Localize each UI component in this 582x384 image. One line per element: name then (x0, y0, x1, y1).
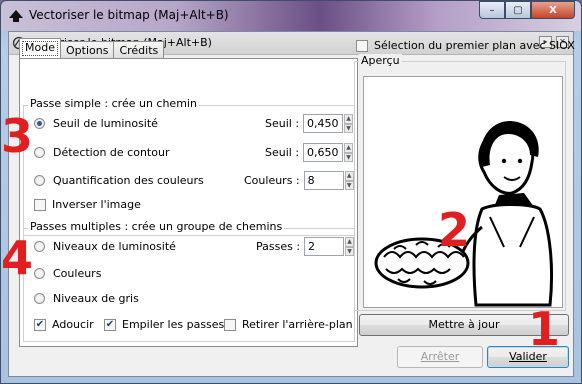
tab-mode[interactable]: Mode (19, 38, 61, 59)
colors-spinner[interactable]: Couleurs : 8 ▲ ▼ (244, 171, 354, 190)
window: Vectoriser le bitmap (Maj+Alt+B) – ▢ X V… (0, 0, 582, 384)
stack-check[interactable]: ✔ (104, 318, 116, 331)
window-title: Vectoriser le bitmap (Maj+Alt+B) (29, 8, 229, 22)
annotation-number: 2 (438, 203, 471, 257)
remove-background-checkbox[interactable]: Retirer l'arrière-plan (224, 318, 353, 331)
siox-checkbox[interactable]: Sélection du premier plan avec SIOX (356, 39, 575, 52)
caption-buttons: – ▢ X (479, 1, 575, 21)
spin-label: Seuil : (265, 146, 300, 159)
spin-up-icon[interactable]: ▲ (344, 143, 354, 153)
title-bar[interactable]: Vectoriser le bitmap (Maj+Alt+B) – ▢ X (1, 1, 581, 31)
spin-up-icon[interactable]: ▲ (345, 237, 355, 247)
inkscape-icon (9, 10, 23, 22)
radio-brightness[interactable] (34, 118, 45, 129)
option-label: Couleurs (53, 267, 102, 280)
annotation-number: 3 (1, 109, 34, 163)
spin-up-icon[interactable]: ▲ (344, 114, 354, 124)
remove-bg-check[interactable] (224, 318, 236, 331)
radio-edge[interactable] (34, 147, 45, 158)
option-label: Quantification des couleurs (53, 174, 204, 187)
brightness-threshold-spinner[interactable]: Seuil : 0,450 ▲ ▼ (265, 114, 354, 133)
trace-preview-drawing (374, 121, 553, 307)
edge-threshold-spinner[interactable]: Seuil : 0,650 ▲ ▼ (265, 143, 354, 162)
option-edge-detection[interactable]: Détection de contour (34, 146, 169, 159)
radio-colors[interactable] (34, 268, 45, 279)
option-colors[interactable]: Couleurs (34, 267, 101, 280)
spin-up-icon[interactable]: ▲ (344, 171, 354, 181)
spin-arrows[interactable]: ▲ ▼ (345, 237, 355, 256)
stack-label: Empiler les passes (122, 318, 225, 331)
maximize-button[interactable]: ▢ (505, 1, 531, 19)
option-label: Seuil de luminosité (53, 117, 158, 130)
preview-image (363, 76, 563, 308)
single-pass-label: Passe simple : crée un chemin (28, 97, 199, 110)
radio-brightness-steps[interactable] (34, 241, 45, 252)
spin-label: Seuil : (265, 117, 300, 130)
option-brightness-cutoff[interactable]: Seuil de luminosité (34, 117, 158, 130)
spin-label: Passes : (256, 240, 301, 253)
spin-arrows[interactable]: ▲ ▼ (344, 143, 354, 162)
tab-strip: Mode Options Crédits (19, 38, 165, 59)
invert-image-checkbox[interactable]: Inverser l'image (34, 198, 141, 211)
remove-bg-label: Retirer l'arrière-plan (242, 318, 353, 331)
smooth-check[interactable]: ✔ (34, 318, 46, 331)
option-label: Niveaux de gris (53, 292, 139, 305)
spin-down-icon[interactable]: ▼ (344, 180, 354, 190)
option-label: Niveaux de luminosité (53, 240, 176, 253)
radio-quantization[interactable] (34, 175, 45, 186)
stop-label: Arrêter (420, 350, 460, 363)
close-button[interactable]: X (531, 1, 575, 19)
edge-threshold-input[interactable]: 0,650 (303, 143, 344, 162)
spin-down-icon[interactable]: ▼ (345, 246, 355, 256)
option-grays[interactable]: Niveaux de gris (34, 292, 139, 305)
option-color-quantization[interactable]: Quantification des couleurs (34, 174, 204, 187)
spin-arrows[interactable]: ▲ ▼ (344, 114, 354, 133)
spin-arrows[interactable]: ▲ ▼ (344, 171, 354, 190)
spin-label: Couleurs : (244, 174, 300, 187)
colors-input[interactable]: 8 (303, 171, 344, 190)
smooth-checkbox[interactable]: ✔ Adoucir (34, 318, 94, 331)
invert-label: Inverser l'image (52, 198, 141, 211)
passes-spinner[interactable]: Passes : 2 ▲ ▼ (256, 237, 355, 256)
stop-button[interactable]: Arrêter (397, 346, 483, 368)
option-brightness-steps[interactable]: Niveaux de luminosité (34, 240, 176, 253)
passes-input[interactable]: 2 (304, 237, 345, 256)
smooth-label: Adoucir (52, 318, 94, 331)
brightness-threshold-input[interactable]: 0,450 (303, 114, 344, 133)
preview-label: Aperçu (359, 54, 402, 67)
annotation-number: 4 (1, 231, 34, 285)
invert-check[interactable] (34, 198, 46, 211)
spin-down-icon[interactable]: ▼ (344, 123, 354, 133)
annotation-number: 1 (528, 302, 561, 356)
radio-grays[interactable] (34, 293, 45, 304)
siox-check[interactable] (356, 39, 368, 52)
spin-down-icon[interactable]: ▼ (344, 152, 354, 162)
tab-options[interactable]: Options (59, 41, 115, 59)
tab-credits[interactable]: Crédits (113, 41, 165, 59)
siox-label: Sélection du premier plan avec SIOX (374, 39, 575, 52)
multi-pass-label: Passes multiples : crée un groupe de che… (28, 220, 285, 233)
stack-scans-checkbox[interactable]: ✔ Empiler les passes (104, 318, 224, 331)
option-label: Détection de contour (53, 146, 170, 159)
minimize-button[interactable]: – (479, 1, 505, 19)
